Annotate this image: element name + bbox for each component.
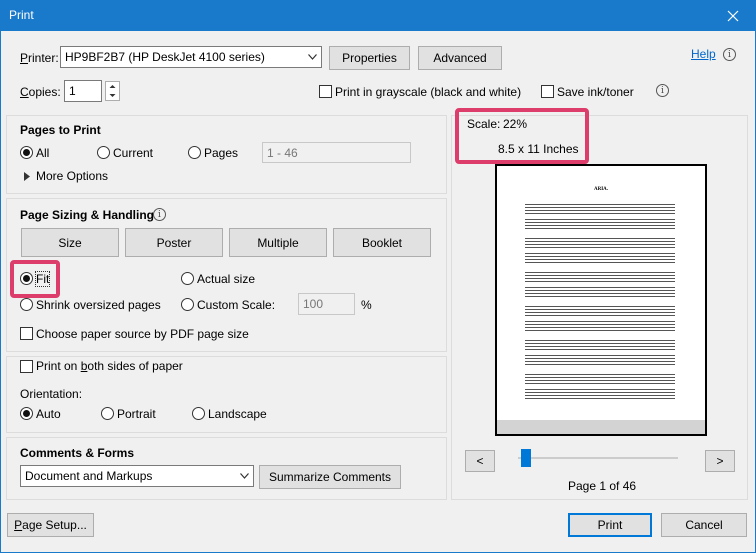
page-slider-thumb[interactable] xyxy=(521,449,531,467)
window-title: Print xyxy=(9,8,34,22)
custom-scale-label: Custom Scale: xyxy=(197,298,276,312)
page-setup-button[interactable]: Page Setup... xyxy=(7,513,94,537)
both-sides-checkbox[interactable] xyxy=(20,360,33,373)
chevron-down-icon xyxy=(236,466,253,486)
pages-to-print-title: Pages to Print xyxy=(20,123,101,137)
sheet-music xyxy=(525,202,675,399)
portrait-label: Portrait xyxy=(117,407,156,421)
landscape-radio[interactable] xyxy=(192,407,205,420)
copies-stepper[interactable] xyxy=(105,81,120,101)
tab-booklet[interactable]: Booklet xyxy=(333,228,431,257)
next-page-button[interactable]: > xyxy=(705,450,735,472)
sheet-title: ARIA. xyxy=(593,187,609,192)
title-bar: Print xyxy=(0,0,756,31)
help-info-icon[interactable]: i xyxy=(723,48,736,61)
printer-label: Printer: xyxy=(20,51,59,65)
fit-highlight xyxy=(10,260,60,298)
comments-select[interactable]: Document and Markups xyxy=(20,465,254,487)
current-label: Current xyxy=(113,146,154,160)
actual-size-radio[interactable] xyxy=(181,272,194,285)
page-indicator: Page 1 of 46 xyxy=(568,479,637,493)
copies-input[interactable]: 1 xyxy=(64,80,102,102)
paper-source-label: Choose paper source by PDF page size xyxy=(36,327,249,341)
print-button[interactable]: Print xyxy=(568,513,652,537)
save-ink-label: Save ink/toner xyxy=(557,85,634,99)
scale-label: Scale: xyxy=(467,117,501,131)
stepper-up-icon[interactable] xyxy=(106,82,119,91)
advanced-button[interactable]: Advanced xyxy=(418,46,502,70)
prev-page-button[interactable]: < xyxy=(465,450,495,472)
properties-button[interactable]: Properties xyxy=(329,46,410,70)
auto-radio[interactable] xyxy=(20,407,33,420)
preview-footer-strip xyxy=(497,420,705,434)
pages-radio[interactable] xyxy=(188,146,201,159)
shrink-label: Shrink oversized pages xyxy=(36,298,161,312)
percent-label: % xyxy=(361,298,372,312)
tab-size[interactable]: Size xyxy=(21,228,119,257)
page-sizing-title: Page Sizing & Handling xyxy=(20,208,155,222)
current-radio[interactable] xyxy=(97,146,110,159)
page-slider-track[interactable] xyxy=(518,457,678,459)
close-button[interactable] xyxy=(710,0,756,31)
printer-select[interactable]: HP9BF2B7 (HP DeskJet 4100 series) xyxy=(60,46,322,68)
summarize-comments-button[interactable]: Summarize Comments xyxy=(259,465,401,489)
copies-label: Copies: xyxy=(20,85,61,99)
all-radio[interactable] xyxy=(20,146,33,159)
portrait-radio[interactable] xyxy=(101,407,114,420)
cancel-button[interactable]: Cancel xyxy=(661,513,747,537)
pages-label: Pages xyxy=(204,146,239,160)
paper-size-label: 8.5 x 11 Inches xyxy=(498,142,579,156)
scale-value: 22% xyxy=(503,117,528,131)
landscape-label: Landscape xyxy=(208,407,267,421)
both-sides-label: Print on both sides of paper xyxy=(36,359,183,373)
close-icon xyxy=(727,10,739,21)
orientation-label: Orientation: xyxy=(20,387,83,401)
expand-triangle-icon[interactable] xyxy=(24,170,30,184)
pages-range-input[interactable]: 1 - 46 xyxy=(262,142,411,163)
auto-label: Auto xyxy=(36,407,61,421)
comments-selected: Document and Markups xyxy=(25,469,153,483)
paper-source-checkbox[interactable] xyxy=(20,327,33,340)
more-options-label[interactable]: More Options xyxy=(36,169,108,183)
actual-size-label: Actual size xyxy=(197,272,256,286)
comments-forms-title: Comments & Forms xyxy=(20,446,135,460)
info-icon[interactable]: i xyxy=(656,84,669,97)
custom-scale-radio[interactable] xyxy=(181,298,194,311)
tab-multiple[interactable]: Multiple xyxy=(229,228,327,257)
help-link[interactable]: Help xyxy=(691,47,716,61)
grayscale-label: Print in grayscale (black and white) xyxy=(335,85,522,99)
save-ink-checkbox[interactable] xyxy=(541,85,554,98)
chevron-down-icon xyxy=(304,47,321,67)
page-preview: ARIA. xyxy=(495,164,707,436)
stepper-down-icon[interactable] xyxy=(106,91,119,100)
shrink-radio[interactable] xyxy=(20,298,33,311)
grayscale-checkbox[interactable] xyxy=(319,85,332,98)
printer-selected: HP9BF2B7 (HP DeskJet 4100 series) xyxy=(65,50,265,64)
all-label: All xyxy=(36,146,50,160)
custom-scale-input[interactable]: 100 xyxy=(298,293,355,315)
tab-poster[interactable]: Poster xyxy=(125,228,223,257)
sizing-info-icon[interactable]: i xyxy=(153,208,166,221)
